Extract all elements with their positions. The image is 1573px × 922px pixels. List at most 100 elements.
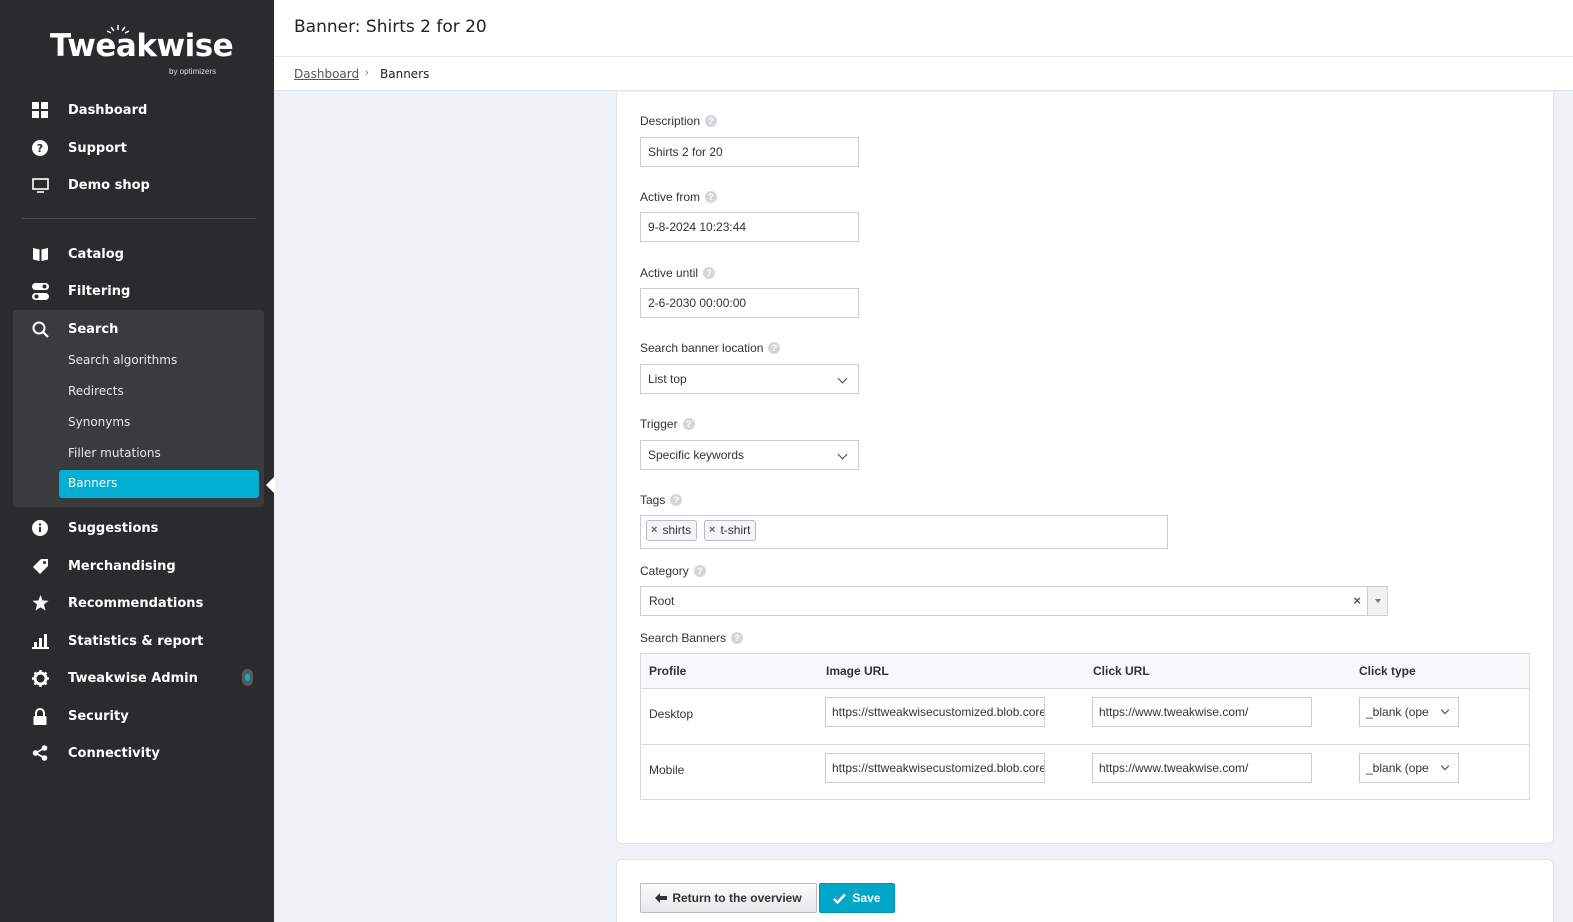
location-label-text: Search banner location xyxy=(640,341,764,355)
grid-icon xyxy=(30,100,50,120)
svg-text:?: ? xyxy=(37,142,43,155)
page-title: Banner: Shirts 2 for 20 xyxy=(294,17,487,37)
image-url-input[interactable]: https://sttweakwisecustomized.blob.core xyxy=(825,753,1045,783)
nav-filtering[interactable]: Filtering xyxy=(30,278,130,304)
category-label-text: Category xyxy=(640,564,689,578)
brand-tagline: by optimizers xyxy=(169,67,217,76)
nav-search[interactable]: Search xyxy=(30,316,118,342)
nav-label: Merchandising xyxy=(68,558,176,574)
tags-label: Tags? xyxy=(640,493,683,507)
nav-label: Tweakwise Admin xyxy=(68,670,198,686)
remove-tag-icon[interactable]: × xyxy=(651,521,657,540)
nav-support[interactable]: ? Support xyxy=(30,135,127,161)
remove-tag-icon[interactable]: × xyxy=(709,521,715,540)
clear-icon[interactable]: × xyxy=(1353,587,1361,615)
category-select[interactable]: Root × xyxy=(640,586,1388,616)
nav-label: Suggestions xyxy=(68,520,159,536)
chevron-down-icon xyxy=(1440,705,1450,715)
tag-text: t-shirt xyxy=(720,523,751,537)
tags-label-text: Tags xyxy=(640,493,666,507)
breadcrumb-dashboard-link[interactable]: Dashboard xyxy=(294,67,359,81)
nav-label: Catalog xyxy=(68,246,124,262)
nav-dashboard[interactable]: Dashboard xyxy=(30,97,147,123)
chevron-down-icon xyxy=(1440,761,1450,771)
image-url-input[interactable]: https://sttweakwisecustomized.blob.core xyxy=(825,697,1045,727)
category-label: Category? xyxy=(640,564,706,578)
help-icon[interactable]: ? xyxy=(670,494,683,506)
column-header: Image URL xyxy=(826,664,889,678)
subnav-filler-mutations[interactable]: Filler mutations xyxy=(68,443,161,463)
help-icon[interactable]: ? xyxy=(693,565,706,577)
bar-chart-icon xyxy=(30,631,50,651)
active-from-input[interactable]: 9-8-2024 10:23:44 xyxy=(640,212,859,242)
active-until-label: Active until? xyxy=(640,266,716,280)
click-url-input[interactable]: https://www.tweakwise.com/ xyxy=(1092,753,1312,783)
toggle-icon xyxy=(30,281,50,301)
share-icon xyxy=(30,743,50,763)
nav-label: Statistics & report xyxy=(68,633,204,649)
active-item-notch xyxy=(266,476,275,494)
save-button[interactable]: Save xyxy=(819,883,895,913)
subnav-synonyms[interactable]: Synonyms xyxy=(68,412,130,432)
subnav-banners[interactable]: Banners xyxy=(59,470,259,498)
nav-recommendations[interactable]: Recommendations xyxy=(30,590,203,616)
save-button-label: Save xyxy=(852,891,881,905)
tag-chip[interactable]: × t-shirt xyxy=(704,520,757,541)
trigger-select[interactable]: Specific keywords xyxy=(640,440,859,470)
table-header: Profile Image URL Click URL Click type xyxy=(641,654,1529,689)
active-until-input[interactable]: 2-6-2030 00:00:00 xyxy=(640,288,859,318)
help-icon[interactable]: ? xyxy=(731,632,744,644)
click-type-select[interactable]: _blank (ope xyxy=(1359,697,1459,727)
nav-label: Search xyxy=(68,321,119,337)
nav-label: Connectivity xyxy=(68,745,160,761)
arrow-left-icon xyxy=(655,893,668,903)
table-row: Desktop https://sttweakwisecustomized.bl… xyxy=(641,689,1529,745)
lock-icon xyxy=(30,706,50,726)
active-from-label: Active from? xyxy=(640,190,718,204)
brand-logo[interactable]: Tweakwise xyxy=(50,28,234,64)
return-button-label: Return to the overview xyxy=(672,891,802,905)
sidebar: Tweakwise by optimizers Dashboard ? Supp… xyxy=(0,0,275,922)
help-icon[interactable]: ? xyxy=(682,418,695,430)
nav-tweakwise-admin[interactable]: Tweakwise Admin xyxy=(30,665,198,691)
help-icon[interactable]: ? xyxy=(705,191,718,203)
nav-demo-shop[interactable]: Demo shop xyxy=(30,172,150,198)
nav-statistics[interactable]: Statistics & report xyxy=(30,628,203,654)
trigger-select-value: Specific keywords xyxy=(648,448,745,462)
column-header: Click type xyxy=(1359,664,1416,678)
nav-label: Support xyxy=(68,140,127,156)
subnav-search-algorithms[interactable]: Search algorithms xyxy=(68,350,177,370)
question-icon: ? xyxy=(30,138,50,158)
click-type-value: _blank (ope xyxy=(1366,705,1429,719)
return-to-overview-button[interactable]: Return to the overview xyxy=(640,883,817,913)
location-select[interactable]: List top xyxy=(640,364,859,394)
help-icon[interactable]: ? xyxy=(705,115,718,127)
nav-label: Filtering xyxy=(68,283,131,299)
location-select-value: List top xyxy=(648,372,687,386)
click-url-input[interactable]: https://www.tweakwise.com/ xyxy=(1092,697,1312,727)
nav-catalog[interactable]: Catalog xyxy=(30,241,124,267)
nav-label: Recommendations xyxy=(68,595,204,611)
breadcrumb-current: Banners xyxy=(380,67,430,81)
nav-merchandising[interactable]: Merchandising xyxy=(30,553,176,579)
description-input[interactable]: Shirts 2 for 20 xyxy=(640,137,859,167)
nav-label: Demo shop xyxy=(68,177,150,193)
dropdown-arrow-icon[interactable] xyxy=(1367,587,1387,615)
nav-connectivity[interactable]: Connectivity xyxy=(30,740,160,766)
location-label: Search banner location? xyxy=(640,341,781,355)
nav-suggestions[interactable]: Suggestions xyxy=(30,515,158,541)
help-icon[interactable]: ? xyxy=(703,267,716,279)
search-banners-label: Search Banners? xyxy=(640,631,744,645)
tag-chip[interactable]: × shirts xyxy=(646,520,698,541)
chevron-down-icon xyxy=(837,449,848,460)
subnav-redirects[interactable]: Redirects xyxy=(68,381,124,401)
chevron-down-icon xyxy=(837,373,848,384)
tags-input[interactable]: × shirts × t-shirt xyxy=(640,515,1168,549)
active-until-label-text: Active until xyxy=(640,266,699,280)
description-label-text: Description xyxy=(640,114,701,128)
breadcrumb-separator: › xyxy=(365,67,369,79)
help-icon[interactable]: ? xyxy=(768,342,781,354)
info-icon xyxy=(30,518,50,538)
nav-security[interactable]: Security xyxy=(30,703,129,729)
click-type-select[interactable]: _blank (ope xyxy=(1359,753,1459,783)
